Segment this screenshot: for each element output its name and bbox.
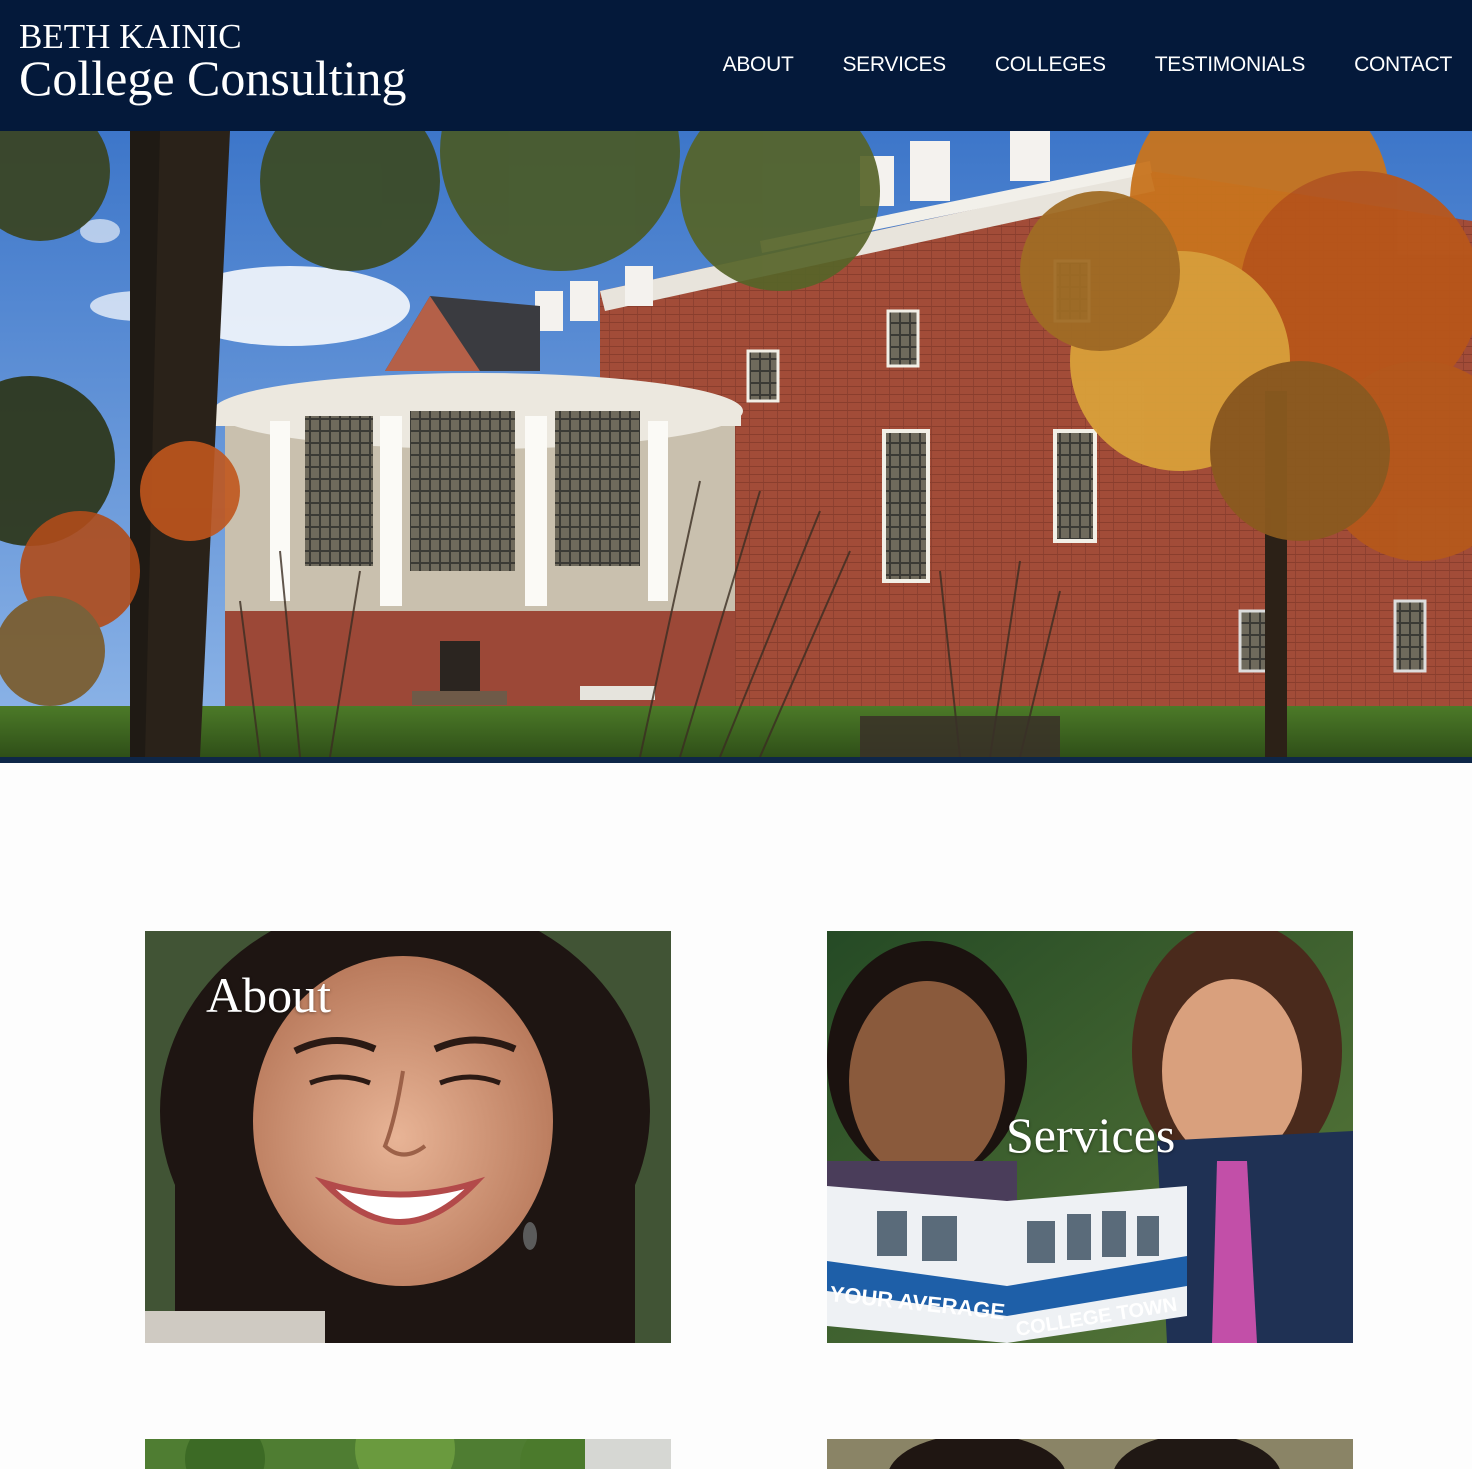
about-tile-label: About xyxy=(206,967,331,1023)
nav-colleges[interactable]: COLLEGES xyxy=(995,52,1106,78)
services-tile[interactable]: YOUR AVERAGE COLLEGE TOWN Services xyxy=(827,931,1353,1343)
testimonials-tile[interactable] xyxy=(827,1439,1353,1469)
hero-campus-image xyxy=(0,131,1472,757)
hero-divider xyxy=(0,757,1472,763)
about-tile[interactable]: About xyxy=(145,931,671,1343)
main-nav: ABOUT SERVICES COLLEGES TESTIMONIALS CON… xyxy=(674,52,1453,78)
site-logo[interactable]: BETH KAINIC College Consulting xyxy=(19,18,407,106)
colleges-tile[interactable] xyxy=(145,1439,671,1469)
services-tile-label: Services xyxy=(1006,1107,1176,1163)
nav-services[interactable]: SERVICES xyxy=(842,52,946,78)
logo-subtitle: College Consulting xyxy=(19,50,407,106)
site-header: BETH KAINIC College Consulting ABOUT SER… xyxy=(0,0,1472,131)
nav-testimonials[interactable]: TESTIMONIALS xyxy=(1155,52,1306,78)
nav-about[interactable]: ABOUT xyxy=(723,52,794,78)
nav-contact[interactable]: CONTACT xyxy=(1354,52,1452,78)
